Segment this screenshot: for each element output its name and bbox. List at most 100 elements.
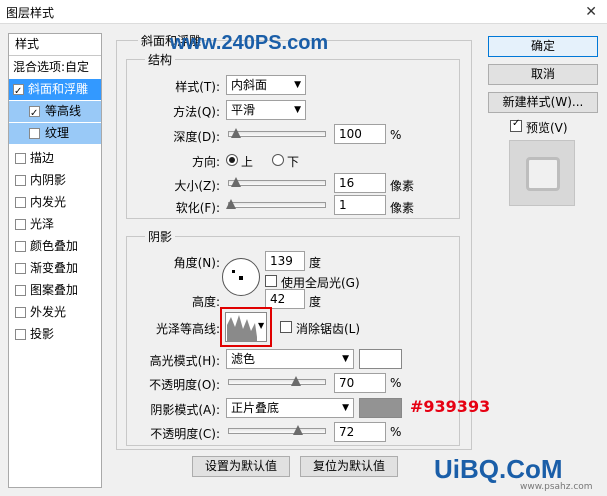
gloss-contour-picker[interactable]: ▼	[225, 312, 267, 342]
altitude-label: 高度:	[191, 295, 220, 309]
watermark-bottom-sub: www.psahz.com	[520, 482, 593, 492]
outer-glow-checkbox[interactable]	[15, 307, 26, 318]
sidebar-item-contour[interactable]: 等高线	[9, 101, 101, 124]
sidebar-item-stroke[interactable]: 描边	[9, 148, 101, 169]
make-default-button[interactable]: 设置为默认值	[192, 456, 290, 477]
shadow-opacity-label: 不透明度(C):	[150, 427, 220, 441]
depth-unit: %	[390, 128, 402, 142]
highlight-opacity-input[interactable]: 70	[334, 373, 386, 393]
sidebar-item-color-overlay[interactable]: 颜色叠加	[9, 236, 101, 257]
sidebar-item-texture[interactable]: 纹理	[9, 123, 101, 144]
title-bar: 图层样式 ✕	[0, 0, 607, 24]
chevron-down-icon: ▼	[342, 354, 349, 364]
color-overlay-checkbox[interactable]	[15, 241, 26, 252]
soften-label: 软化(F):	[175, 201, 220, 215]
texture-checkbox[interactable]	[29, 128, 40, 139]
sidebar-item-satin[interactable]: 光泽	[9, 214, 101, 235]
sidebar-item-bevel-emboss[interactable]: 斜面和浮雕	[9, 79, 101, 102]
sidebar-item-blending-options[interactable]: 混合选项:自定	[9, 57, 101, 78]
direction-up-label: 上	[241, 155, 254, 169]
stroke-checkbox[interactable]	[15, 153, 26, 164]
size-slider[interactable]	[228, 177, 326, 187]
depth-slider[interactable]	[228, 128, 326, 138]
sidebar-item-gradient-overlay[interactable]: 渐变叠加	[9, 258, 101, 279]
shadow-opacity-thumb[interactable]	[293, 425, 304, 435]
shadow-mode-select[interactable]: 正片叠底 ▼	[226, 398, 354, 418]
watermark-top: www.240PS.com	[170, 32, 329, 54]
global-light-checkbox[interactable]	[265, 275, 277, 287]
contour-checkbox[interactable]	[29, 103, 40, 124]
sidebar-item-inner-glow[interactable]: 内发光	[9, 192, 101, 213]
shadow-color-swatch[interactable]	[359, 398, 402, 418]
chevron-down-icon: ▼	[342, 403, 349, 413]
highlight-opacity-label: 不透明度(O):	[149, 378, 220, 392]
style-preview-thumbnail	[509, 140, 575, 206]
depth-input[interactable]: 100	[334, 124, 386, 144]
gloss-contour-label: 光泽等高线:	[155, 322, 220, 336]
inner-shadow-checkbox[interactable]	[15, 175, 26, 186]
sidebar-item-outer-glow[interactable]: 外发光	[9, 302, 101, 323]
shading-title: 阴影	[145, 228, 176, 245]
direction-label: 方向:	[191, 155, 220, 169]
soften-slider-thumb[interactable]	[225, 199, 236, 209]
watermark-bottom: UiBQ.CoM	[434, 454, 563, 484]
cancel-button[interactable]: 取消	[488, 64, 598, 85]
dial-center-dot	[239, 276, 243, 280]
pattern-overlay-checkbox[interactable]	[15, 285, 26, 296]
satin-checkbox[interactable]	[15, 219, 26, 230]
sidebar-item-pattern-overlay[interactable]: 图案叠加	[9, 280, 101, 301]
angle-input[interactable]: 139	[265, 251, 305, 271]
size-slider-thumb[interactable]	[230, 177, 241, 187]
sidebar-item-drop-shadow[interactable]: 投影	[9, 324, 101, 345]
bevel-checkbox[interactable]	[13, 81, 24, 102]
anti-alias-label: 消除锯齿(L)	[296, 322, 361, 336]
reset-default-button[interactable]: 复位为默认值	[300, 456, 398, 477]
soften-slider[interactable]	[225, 199, 326, 209]
inner-glow-checkbox[interactable]	[15, 197, 26, 208]
gradient-overlay-checkbox[interactable]	[15, 263, 26, 274]
chevron-down-icon: ▼	[294, 80, 301, 90]
soften-input[interactable]: 1	[334, 195, 386, 215]
technique-label: 方法(Q):	[173, 105, 220, 119]
sidebar-item-inner-shadow[interactable]: 内阴影	[9, 170, 101, 191]
chevron-down-icon: ▼	[294, 105, 301, 115]
highlight-mode-select[interactable]: 滤色 ▼	[226, 349, 354, 369]
size-input[interactable]: 16	[334, 173, 386, 193]
direction-up-radio[interactable]	[226, 154, 238, 166]
highlight-opacity-unit: %	[390, 376, 402, 390]
style-select[interactable]: 内斜面 ▼	[226, 75, 306, 95]
shadow-opacity-input[interactable]: 72	[334, 422, 386, 442]
shadow-opacity-slider[interactable]	[228, 425, 326, 435]
styles-list: 样式 混合选项:自定 斜面和浮雕 等高线 纹理 描边 内阴影 内发光 光泽 颜色…	[8, 33, 102, 488]
altitude-input[interactable]: 42	[265, 289, 305, 309]
ok-button[interactable]: 确定	[488, 36, 598, 57]
angle-label: 角度(N):	[173, 256, 220, 270]
window-title: 图层样式	[6, 6, 55, 20]
shadow-mode-label: 阴影模式(A):	[150, 403, 220, 417]
drop-shadow-checkbox[interactable]	[15, 329, 26, 340]
technique-select[interactable]: 平滑 ▼	[226, 100, 306, 120]
styles-header: 样式	[15, 37, 40, 51]
highlight-mode-label: 高光模式(H):	[149, 354, 220, 368]
preview-checkbox[interactable]	[510, 118, 522, 132]
direction-down-radio[interactable]	[272, 154, 284, 166]
light-source-marker	[232, 270, 235, 273]
angle-dial[interactable]	[222, 258, 260, 296]
size-label: 大小(Z):	[174, 179, 220, 193]
close-icon[interactable]: ✕	[585, 4, 597, 20]
chevron-down-icon: ▼	[258, 321, 265, 330]
highlight-color-swatch[interactable]	[359, 349, 402, 369]
soften-unit: 像素	[390, 201, 415, 215]
depth-slider-thumb[interactable]	[230, 128, 241, 138]
highlight-opacity-slider[interactable]	[228, 376, 326, 386]
shadow-color-note: #939393	[410, 397, 491, 416]
size-unit: 像素	[390, 179, 415, 193]
direction-down-label: 下	[287, 155, 300, 169]
anti-alias-checkbox[interactable]	[280, 321, 292, 333]
new-style-button[interactable]: 新建样式(W)...	[488, 92, 598, 113]
preview-swatch-icon	[526, 157, 560, 191]
highlight-opacity-thumb[interactable]	[291, 376, 302, 386]
style-label: 样式(T):	[175, 80, 220, 94]
angle-unit: 度	[309, 256, 322, 270]
altitude-unit: 度	[309, 295, 322, 309]
